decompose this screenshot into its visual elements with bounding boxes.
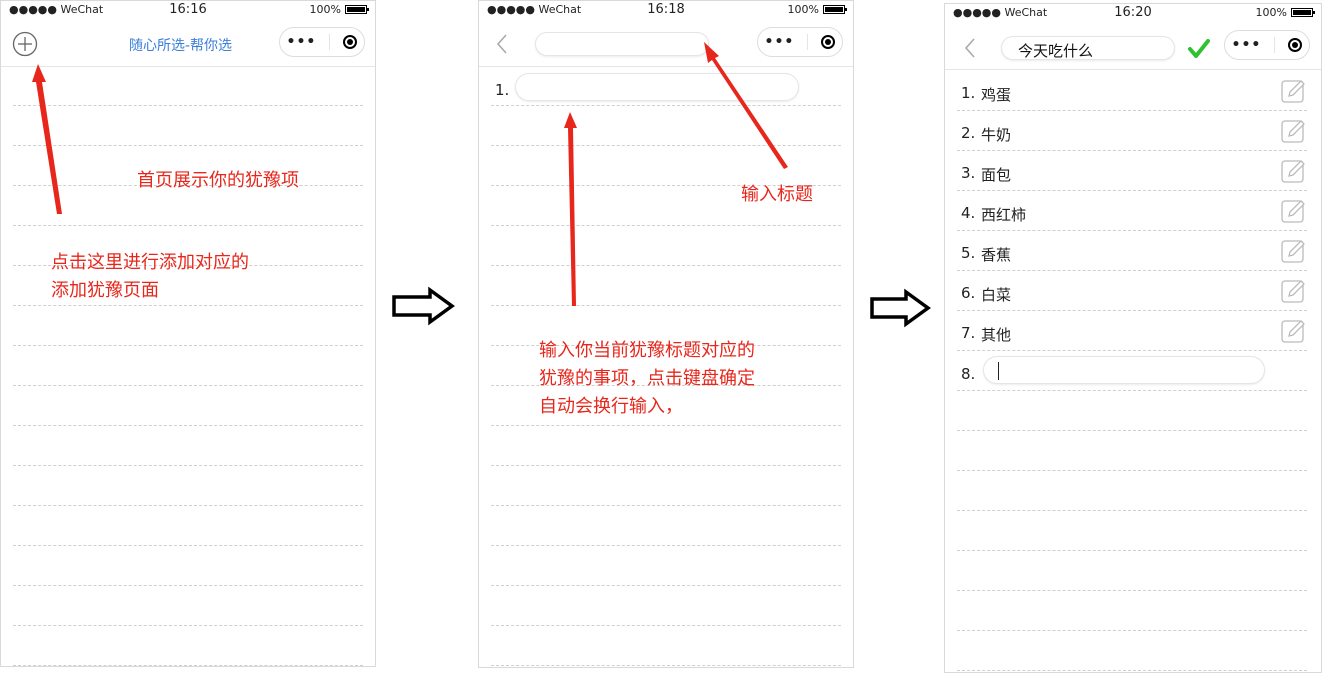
annotation-arrows <box>32 42 931 328</box>
red-arrow-items <box>564 112 577 306</box>
red-arrow-title <box>704 42 788 169</box>
step-arrow-2 <box>870 288 931 328</box>
red-arrow-add <box>32 64 62 214</box>
step-arrow-1 <box>392 286 455 326</box>
